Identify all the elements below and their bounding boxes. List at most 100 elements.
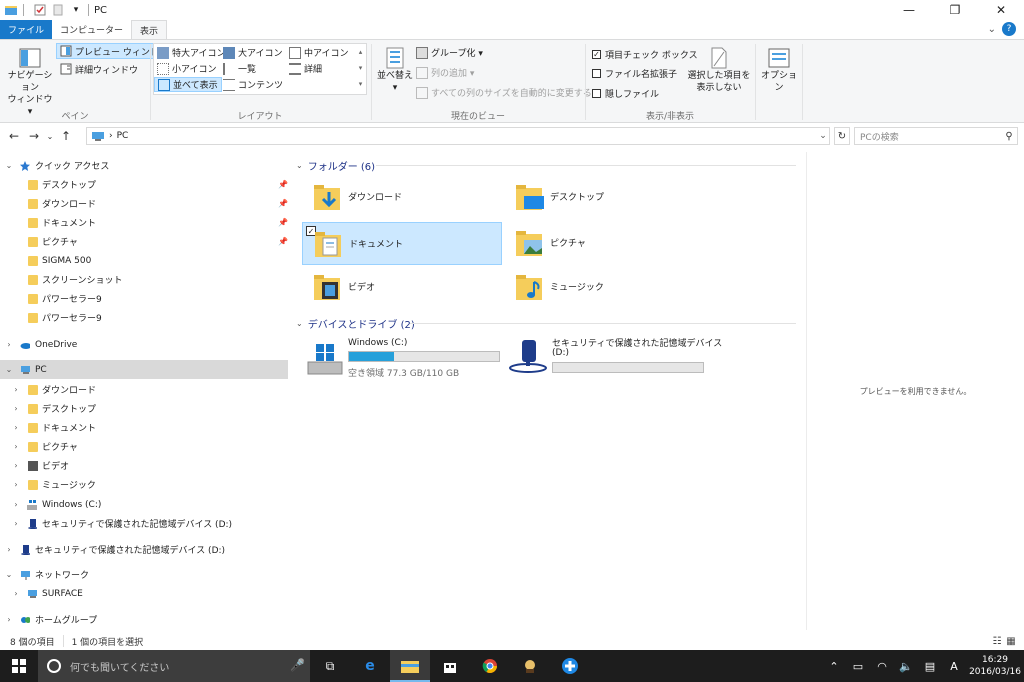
search-icon[interactable]: ⚲: [1002, 129, 1016, 143]
recent-locations-chevron-icon[interactable]: ⌄: [44, 126, 56, 146]
chevron-right-icon[interactable]: ›: [12, 461, 20, 470]
details-pane-button[interactable]: 詳細ウィンドウ: [60, 62, 138, 76]
sort-by-button[interactable]: 並べ替え ▾: [376, 46, 414, 94]
back-arrow-icon[interactable]: ←: [4, 126, 24, 146]
nav-item-powerseller9-a[interactable]: パワーセラー9: [0, 289, 288, 308]
minimize-button[interactable]: —: [886, 0, 932, 20]
chevron-down-icon[interactable]: ⌄: [5, 570, 13, 579]
nav-item-surface[interactable]: › SURFACE: [0, 584, 288, 603]
nav-item-downloads[interactable]: ダウンロード 📌: [0, 194, 288, 213]
item-checkboxes-toggle[interactable]: ✓ 項目チェック ボックス: [592, 48, 698, 61]
nav-item-homegroup[interactable]: › ホームグループ: [0, 610, 288, 629]
nav-item-pc-drive-c[interactable]: › Windows (C:): [0, 495, 288, 514]
address-bar[interactable]: › PC: [86, 127, 830, 145]
forward-arrow-icon[interactable]: →: [24, 126, 44, 146]
folders-section-header[interactable]: ⌄ フォルダー (6): [296, 158, 375, 173]
up-arrow-icon[interactable]: ↑: [56, 126, 76, 146]
start-button[interactable]: [0, 650, 38, 682]
nav-item-pc-drive-d[interactable]: › セキュリティで保護された記憶域デバイス (D:): [0, 514, 288, 533]
app-mascot-icon[interactable]: [510, 650, 550, 682]
cortana-search-box[interactable]: 何でも聞いてください 🎤: [38, 650, 310, 682]
notification-center-icon[interactable]: ▤: [918, 650, 942, 682]
chevron-right-icon[interactable]: ›: [12, 442, 20, 451]
options-button[interactable]: オプション: [758, 46, 800, 94]
layout-medium-icons[interactable]: 中アイコン: [289, 46, 349, 59]
file-extensions-toggle[interactable]: ファイル名拡張子: [592, 67, 677, 80]
layout-tiles[interactable]: 並べて表示: [154, 77, 222, 92]
drive-tile-c[interactable]: Windows (C:) 空き領域 77.3 GB/110 GB: [304, 336, 514, 380]
chrome-icon[interactable]: [470, 650, 510, 682]
folder-tile-desktop[interactable]: デスクトップ: [504, 176, 704, 218]
quick-access-dropdown-icon[interactable]: ▾: [69, 3, 83, 17]
store-icon[interactable]: [430, 650, 470, 682]
volume-muted-icon[interactable]: 🔈: [894, 650, 918, 682]
nav-item-desktop[interactable]: デスクトップ 📌: [0, 175, 288, 194]
layout-content[interactable]: コンテンツ: [223, 78, 283, 91]
chevron-right-icon[interactable]: ›: [12, 589, 20, 598]
nav-item-sigma500[interactable]: SIGMA 500: [0, 251, 288, 270]
microphone-icon[interactable]: 🎤: [290, 658, 305, 672]
pin-icon[interactable]: 📌: [278, 180, 288, 189]
nav-item-pc-music[interactable]: › ミュージック: [0, 475, 288, 494]
pin-icon[interactable]: 📌: [278, 237, 288, 246]
layout-details[interactable]: 詳細: [289, 62, 322, 75]
nav-item-pc[interactable]: ⌄ PC: [0, 360, 288, 379]
show-hidden-icons-chevron-icon[interactable]: ⌃: [822, 650, 846, 682]
clock[interactable]: 16:29 2016/03/16: [966, 654, 1024, 678]
nav-item-pc-desktop[interactable]: › デスクトップ: [0, 399, 288, 418]
large-icons-view-icon[interactable]: ▦: [1004, 634, 1018, 648]
tab-file[interactable]: ファイル: [0, 20, 53, 39]
pin-icon[interactable]: 📌: [278, 218, 288, 227]
address-dropdown-icon[interactable]: ⌄: [816, 127, 830, 145]
explorer-app-icon[interactable]: [4, 3, 18, 17]
maximize-button[interactable]: ❐: [932, 0, 978, 20]
folder-tile-downloads[interactable]: ダウンロード: [302, 176, 502, 218]
nav-item-network[interactable]: ⌄ ネットワーク: [0, 565, 288, 584]
new-folder-icon[interactable]: [51, 3, 65, 17]
group-by-button[interactable]: グループ化 ▾: [416, 46, 483, 59]
navigation-pane-button[interactable]: ナビゲーション ウィンドウ▾: [6, 46, 54, 118]
nav-item-onedrive[interactable]: › OneDrive: [0, 335, 288, 354]
task-view-icon[interactable]: ⧉: [310, 650, 350, 682]
nav-item-pc-pictures[interactable]: › ピクチャ: [0, 437, 288, 456]
details-view-icon[interactable]: ☷: [990, 634, 1004, 648]
network-wifi-icon[interactable]: ◠: [870, 650, 894, 682]
folder-tile-music[interactable]: ミュージック: [504, 266, 704, 308]
nav-item-documents[interactable]: ドキュメント 📌: [0, 213, 288, 232]
chevron-down-icon[interactable]: ⌄: [5, 365, 13, 374]
refresh-icon[interactable]: ↻: [834, 127, 850, 145]
chevron-right-icon[interactable]: ›: [12, 423, 20, 432]
tab-computer[interactable]: コンピューター: [52, 20, 131, 39]
nav-item-pc-documents[interactable]: › ドキュメント: [0, 418, 288, 437]
nav-item-secure-device[interactable]: › セキュリティで保護された記憶域デバイス (D:): [0, 540, 288, 559]
layout-gallery-scroll[interactable]: ▴ ▾ ▾: [355, 44, 366, 94]
hidden-items-toggle[interactable]: 隠しファイル: [592, 87, 659, 100]
tab-view[interactable]: 表示: [131, 20, 168, 39]
ribbon-expand-icon[interactable]: ⌄: [988, 24, 996, 35]
chevron-down-icon[interactable]: ⌄: [5, 161, 13, 170]
plus-app-icon[interactable]: [550, 650, 590, 682]
drive-tile-d[interactable]: セキュリティで保護された記憶域デバイス (D:): [508, 336, 722, 380]
chevron-right-icon[interactable]: ›: [12, 519, 20, 528]
nav-item-quick-access[interactable]: ⌄ クイック アクセス: [0, 156, 288, 175]
chevron-right-icon[interactable]: ›: [12, 404, 20, 413]
chevron-right-icon[interactable]: ›: [5, 545, 13, 554]
properties-icon[interactable]: [33, 3, 47, 17]
edge-browser-icon[interactable]: e: [350, 650, 390, 682]
search-input[interactable]: PCの検索: [854, 127, 1018, 145]
chevron-down-icon[interactable]: ⌄: [296, 319, 303, 328]
pin-icon[interactable]: 📌: [278, 199, 288, 208]
chevron-right-icon[interactable]: ›: [12, 385, 20, 394]
fit-columns-button[interactable]: すべての列のサイズを自動的に変更する: [416, 86, 592, 99]
nav-item-pictures[interactable]: ピクチャ 📌: [0, 232, 288, 251]
help-button[interactable]: ?: [1002, 22, 1016, 36]
battery-icon[interactable]: ▭: [846, 650, 870, 682]
folder-tile-videos[interactable]: ビデオ: [302, 266, 502, 308]
breadcrumb-pc[interactable]: PC: [117, 131, 129, 141]
close-button[interactable]: ✕: [978, 0, 1024, 20]
folder-tile-documents[interactable]: ✓ ドキュメント: [302, 222, 502, 265]
hide-selected-button[interactable]: 選択した項目を 表示しない: [686, 46, 752, 94]
add-columns-button[interactable]: 列の追加 ▾: [416, 66, 474, 79]
layout-list[interactable]: 一覧: [223, 62, 256, 75]
layout-extra-large-icons[interactable]: 特大アイコン: [157, 46, 226, 59]
